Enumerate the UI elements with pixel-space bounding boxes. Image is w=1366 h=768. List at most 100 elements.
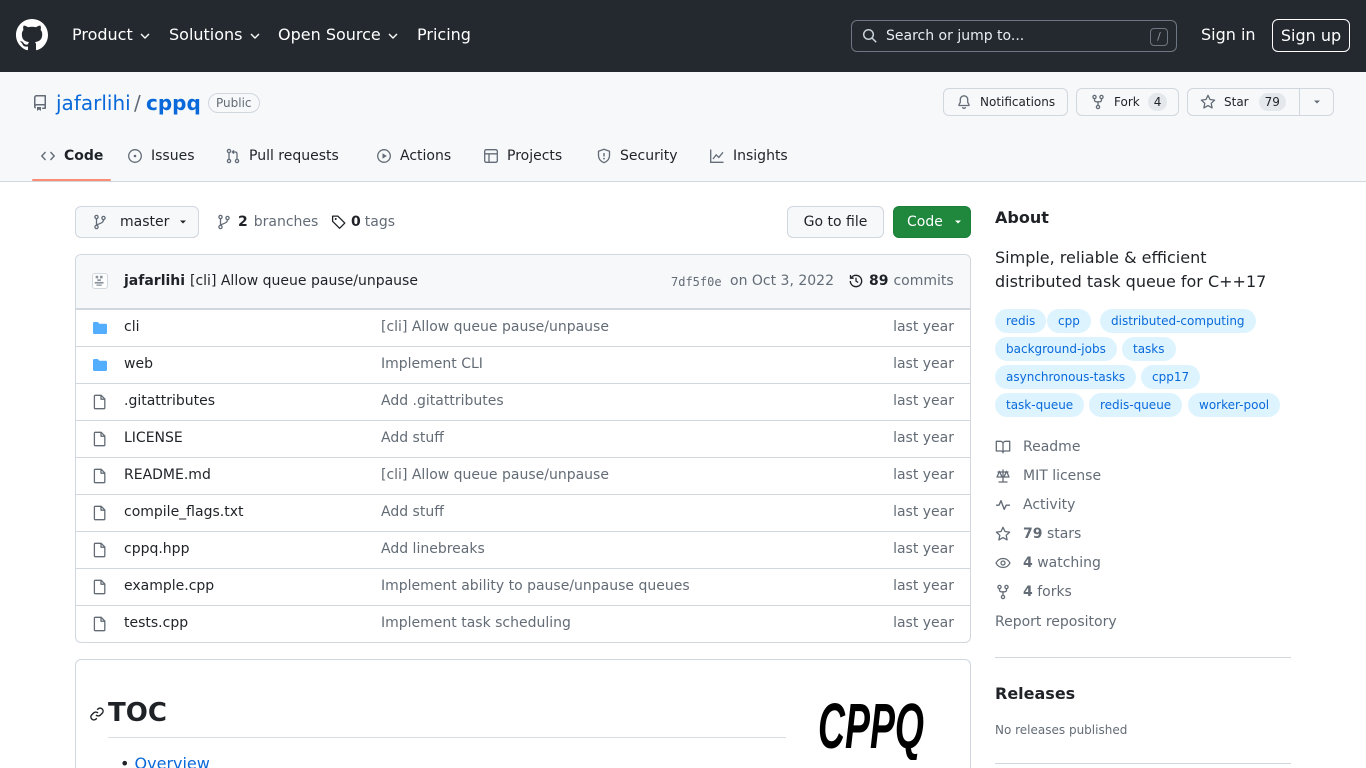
tab-code[interactable]: Code: [40, 148, 103, 164]
link-icon[interactable]: [89, 706, 105, 722]
play-icon: [377, 149, 391, 163]
file-row[interactable]: web Implement CLI last year: [76, 346, 970, 383]
code-dropdown-button[interactable]: Code: [893, 206, 971, 238]
file-commit-message[interactable]: Add linebreaks: [381, 541, 485, 557]
report-repository-link[interactable]: Report repository: [995, 614, 1117, 630]
file-row[interactable]: cppq.hpp Add linebreaks last year: [76, 531, 970, 568]
file-commit-message[interactable]: Add stuff: [381, 504, 444, 520]
file-name[interactable]: web: [124, 356, 153, 372]
active-tab-indicator: [32, 179, 111, 181]
nav-solutions[interactable]: Solutions: [169, 25, 261, 44]
topic-tag[interactable]: cpp17: [1141, 365, 1201, 389]
releases-heading[interactable]: Releases: [995, 684, 1075, 703]
repo-name-link[interactable]: cppq: [146, 91, 201, 115]
file-name[interactable]: .gitattributes: [124, 393, 215, 409]
topic-tag[interactable]: worker-pool: [1188, 393, 1281, 417]
commit-date: on Oct 3, 2022: [730, 273, 834, 289]
activity-link[interactable]: Activity: [995, 497, 1075, 513]
search-input[interactable]: Search or jump to... /: [851, 20, 1177, 52]
nav-product[interactable]: Product: [72, 25, 151, 44]
file-name[interactable]: LICENSE: [124, 430, 183, 446]
topic-tag[interactable]: distributed-computing: [1100, 309, 1256, 333]
chevron-down-icon: [250, 33, 260, 39]
file-row[interactable]: compile_flags.txt Add stuff last year: [76, 494, 970, 531]
folder-icon: [93, 322, 107, 334]
topic-tag[interactable]: redis-queue: [1089, 393, 1183, 417]
repo-owner-link[interactable]: jafarlihi: [56, 91, 131, 115]
tags-link[interactable]: 0 tags: [331, 214, 395, 230]
star-button[interactable]: Star 79: [1200, 89, 1299, 115]
file-name[interactable]: cppq.hpp: [124, 541, 189, 557]
site-header: Product Solutions Open Source Pricing Se…: [0, 0, 1366, 72]
file-icon: [93, 616, 106, 632]
stars-link[interactable]: 79 stars: [995, 526, 1081, 542]
topic-tag[interactable]: asynchronous-tasks: [995, 365, 1137, 389]
watchers-link[interactable]: 4 watching: [995, 555, 1101, 571]
tab-security[interactable]: Security: [596, 148, 678, 164]
topic-tag[interactable]: redis: [995, 309, 1047, 333]
notifications-button[interactable]: Notifications: [943, 88, 1068, 116]
topic-tag[interactable]: tasks: [1122, 337, 1176, 361]
commits-history-link[interactable]: 89 commits: [848, 273, 954, 289]
branches-link[interactable]: 2 branches: [216, 214, 318, 230]
file-age: last year: [893, 504, 954, 520]
tags-count: 0: [351, 214, 361, 230]
forks-link[interactable]: 4 forks: [995, 584, 1072, 600]
triangle-down-icon: [954, 220, 961, 224]
readme-link[interactable]: Readme: [995, 439, 1080, 455]
file-age: last year: [893, 356, 954, 372]
topic-tag[interactable]: background-jobs: [995, 337, 1117, 361]
stars-count: 79: [1023, 526, 1043, 542]
commit-sha[interactable]: 7df5f0e: [671, 275, 722, 289]
tab-projects[interactable]: Projects: [483, 148, 562, 164]
fork-button[interactable]: Fork 4: [1076, 88, 1179, 116]
search-placeholder: Search or jump to...: [886, 28, 1025, 44]
go-to-file-button[interactable]: Go to file: [787, 206, 884, 238]
file-commit-message[interactable]: Implement ability to pause/unpause queue…: [381, 578, 690, 594]
tab-issues[interactable]: Issues: [127, 148, 195, 164]
tab-actions[interactable]: Actions: [376, 148, 451, 164]
tab-insights[interactable]: Insights: [709, 148, 788, 164]
file-row[interactable]: example.cpp Implement ability to pause/u…: [76, 568, 970, 605]
sidebar-divider: [995, 763, 1291, 764]
file-name[interactable]: cli: [124, 319, 139, 335]
star-list-dropdown[interactable]: [1299, 89, 1333, 115]
file-name[interactable]: README.md: [124, 467, 211, 483]
file-commit-message[interactable]: Implement task scheduling: [381, 615, 571, 631]
github-logo-icon[interactable]: [16, 19, 48, 51]
file-row[interactable]: cli [cli] Allow queue pause/unpause last…: [76, 309, 970, 346]
file-name[interactable]: compile_flags.txt: [124, 504, 243, 520]
file-row[interactable]: README.md [cli] Allow queue pause/unpaus…: [76, 457, 970, 494]
avatar[interactable]: [92, 273, 108, 289]
license-link[interactable]: MIT license: [995, 468, 1101, 484]
topic-tag[interactable]: task-queue: [995, 393, 1085, 417]
branch-select-button[interactable]: master: [75, 206, 199, 238]
file-age: last year: [893, 319, 954, 335]
sign-up-button[interactable]: Sign up: [1272, 19, 1350, 52]
file-name[interactable]: tests.cpp: [124, 615, 188, 631]
triangle-down-icon: [1313, 100, 1320, 104]
file-commit-message[interactable]: Implement CLI: [381, 356, 483, 372]
triangle-down-icon: [180, 220, 187, 224]
file-icon: [93, 431, 106, 447]
file-name[interactable]: example.cpp: [124, 578, 214, 594]
nav-pricing[interactable]: Pricing: [417, 25, 471, 44]
nav-open-source[interactable]: Open Source: [278, 25, 399, 44]
file-commit-message[interactable]: Add .gitattributes: [381, 393, 504, 409]
chevron-down-icon: [140, 33, 150, 39]
commit-author[interactable]: jafarlihi: [124, 273, 185, 289]
sign-in-link[interactable]: Sign in: [1201, 25, 1256, 44]
file-commit-message[interactable]: [cli] Allow queue pause/unpause: [381, 467, 609, 483]
repo-path-separator: /: [134, 91, 141, 115]
book-icon: [995, 440, 1011, 454]
tab-pull-requests[interactable]: Pull requests: [225, 148, 339, 164]
topic-tag[interactable]: cpp: [1047, 309, 1091, 333]
file-commit-message[interactable]: [cli] Allow queue pause/unpause: [381, 319, 609, 335]
file-commit-message[interactable]: Add stuff: [381, 430, 444, 446]
file-row[interactable]: LICENSE Add stuff last year: [76, 420, 970, 457]
file-row[interactable]: .gitattributes Add .gitattributes last y…: [76, 383, 970, 420]
toc-link[interactable]: Overview: [135, 754, 210, 768]
commit-message[interactable]: [cli] Allow queue pause/unpause: [190, 273, 418, 289]
latest-commit-bar: jafarlihi [cli] Allow queue pause/unpaus…: [76, 255, 970, 309]
file-row[interactable]: tests.cpp Implement task scheduling last…: [76, 605, 970, 642]
